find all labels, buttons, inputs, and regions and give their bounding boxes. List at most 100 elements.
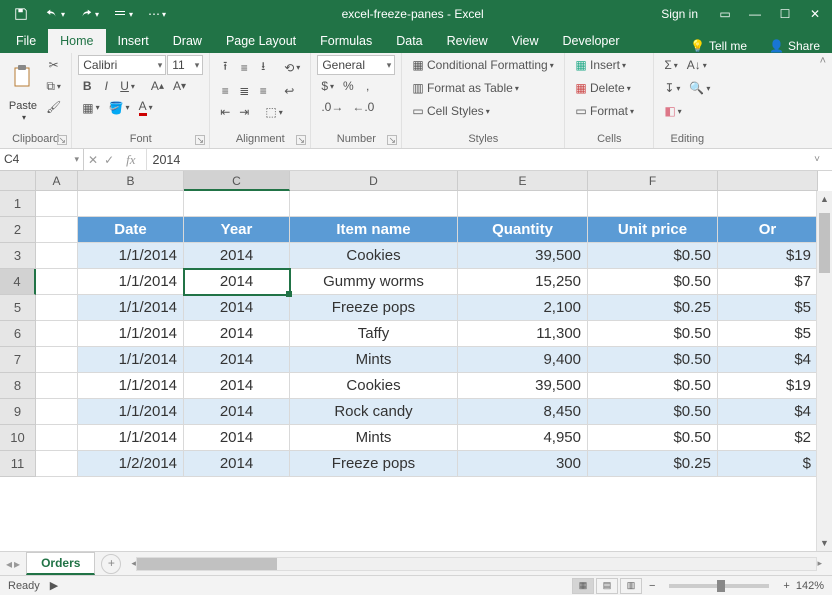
- column-header-blank[interactable]: [718, 171, 818, 191]
- row-header-3[interactable]: 3: [0, 243, 36, 269]
- zoom-out-icon[interactable]: −: [649, 580, 655, 592]
- column-header-E[interactable]: E: [458, 171, 588, 191]
- select-all[interactable]: [0, 171, 36, 191]
- table-header[interactable]: Unit price: [588, 217, 718, 243]
- table-cell[interactable]: $0.50: [588, 347, 718, 373]
- table-cell[interactable]: $: [718, 451, 818, 477]
- table-cell[interactable]: Mints: [290, 347, 458, 373]
- macro-record-icon[interactable]: ▶: [50, 579, 58, 592]
- shrink-font-button[interactable]: A▾: [169, 76, 190, 96]
- tab-formulas[interactable]: Formulas: [308, 29, 384, 53]
- tab-data[interactable]: Data: [384, 29, 434, 53]
- cell[interactable]: [184, 191, 290, 217]
- decrease-indent-button[interactable]: ⇤: [216, 102, 234, 122]
- table-cell[interactable]: $4: [718, 399, 818, 425]
- horizontal-scrollbar[interactable]: ◂ ▸: [131, 557, 822, 571]
- align-bottom-button[interactable]: ⭳: [254, 55, 272, 80]
- cell[interactable]: [36, 347, 78, 373]
- table-cell[interactable]: $0.50: [588, 269, 718, 295]
- autosum-button[interactable]: Σ▾: [660, 55, 681, 75]
- scroll-thumb[interactable]: [819, 213, 830, 273]
- table-cell[interactable]: Cookies: [290, 243, 458, 269]
- table-cell[interactable]: 1/1/2014: [78, 425, 184, 451]
- enter-formula-icon[interactable]: ✓: [104, 153, 114, 167]
- table-cell[interactable]: $7: [718, 269, 818, 295]
- cell-styles-button[interactable]: ▭ Cell Styles▾: [408, 101, 558, 121]
- percent-button[interactable]: %: [339, 76, 358, 96]
- table-cell[interactable]: 9,400: [458, 347, 588, 373]
- undo-icon[interactable]: ▾: [42, 1, 68, 27]
- tab-developer[interactable]: Developer: [551, 29, 632, 53]
- table-cell[interactable]: $19: [718, 243, 818, 269]
- tab-view[interactable]: View: [500, 29, 551, 53]
- table-cell[interactable]: $0.50: [588, 243, 718, 269]
- table-cell[interactable]: 2014: [184, 321, 290, 347]
- table-cell[interactable]: 1/1/2014: [78, 269, 184, 295]
- table-cell[interactable]: 2014: [184, 269, 290, 295]
- currency-button[interactable]: $▾: [317, 76, 338, 96]
- table-header[interactable]: Date: [78, 217, 184, 243]
- insert-function-icon[interactable]: fx: [120, 152, 141, 168]
- table-cell[interactable]: $19: [718, 373, 818, 399]
- scroll-down-icon[interactable]: ▼: [817, 535, 832, 551]
- cell[interactable]: [458, 191, 588, 217]
- paste-dropdown-icon[interactable]: ▾: [22, 113, 26, 122]
- table-cell[interactable]: 2014: [184, 451, 290, 477]
- worksheet[interactable]: ABCDEF12DateYearItem nameQuantityUnit pr…: [0, 171, 832, 551]
- minimize-icon[interactable]: —: [742, 1, 768, 27]
- cell[interactable]: [36, 321, 78, 347]
- table-cell[interactable]: $4: [718, 347, 818, 373]
- table-header[interactable]: Year: [184, 217, 290, 243]
- sheet-tab-orders[interactable]: Orders: [26, 552, 95, 575]
- conditional-formatting-button[interactable]: ▦ Conditional Formatting▾: [408, 55, 558, 75]
- delete-cells-button[interactable]: ▦ Delete▾: [571, 78, 647, 98]
- table-cell[interactable]: $5: [718, 295, 818, 321]
- cell[interactable]: [36, 451, 78, 477]
- cell[interactable]: [36, 269, 78, 295]
- merge-button[interactable]: ⬚▾: [261, 102, 286, 122]
- clear-button[interactable]: ◧▾: [660, 101, 685, 121]
- font-dialog-launcher[interactable]: ↘: [195, 135, 205, 145]
- clipboard-dialog-launcher[interactable]: ↘: [57, 135, 67, 145]
- cell[interactable]: [290, 191, 458, 217]
- decrease-decimal-button[interactable]: ←.0: [348, 97, 378, 117]
- underline-button[interactable]: U▾: [116, 76, 139, 96]
- format-painter-button[interactable]: 🖌: [42, 97, 65, 117]
- table-cell[interactable]: 2014: [184, 243, 290, 269]
- row-header-9[interactable]: 9: [0, 399, 36, 425]
- table-cell[interactable]: 8,450: [458, 399, 588, 425]
- table-cell[interactable]: 1/1/2014: [78, 347, 184, 373]
- grow-font-button[interactable]: A▴: [147, 76, 168, 96]
- view-normal-icon[interactable]: ▦: [572, 578, 594, 594]
- comma-button[interactable]: ,: [359, 76, 377, 96]
- formula-input[interactable]: 2014˅: [147, 153, 832, 167]
- table-cell[interactable]: 2014: [184, 425, 290, 451]
- table-header[interactable]: Or: [718, 217, 818, 243]
- ribbon-options-icon[interactable]: ▭: [712, 1, 738, 27]
- orientation-button[interactable]: ⟲▾: [280, 55, 304, 80]
- find-button[interactable]: 🔍▾: [685, 78, 714, 98]
- table-cell[interactable]: $0.25: [588, 451, 718, 477]
- paste-button[interactable]: [6, 55, 40, 99]
- row-header-8[interactable]: 8: [0, 373, 36, 399]
- row-header-2[interactable]: 2: [0, 217, 36, 243]
- row-header-1[interactable]: 1: [0, 191, 36, 217]
- tab-home[interactable]: Home: [48, 29, 105, 53]
- wrap-text-button[interactable]: ↩: [280, 81, 298, 101]
- increase-decimal-button[interactable]: .0→: [317, 97, 347, 117]
- tab-draw[interactable]: Draw: [161, 29, 214, 53]
- hscroll-thumb[interactable]: [137, 558, 277, 570]
- cell[interactable]: [36, 399, 78, 425]
- table-cell[interactable]: Freeze pops: [290, 451, 458, 477]
- view-page-break-icon[interactable]: ▥: [620, 578, 642, 594]
- cell[interactable]: [718, 191, 818, 217]
- increase-indent-button[interactable]: ⇥: [235, 102, 253, 122]
- align-top-button[interactable]: ⭱: [216, 55, 234, 80]
- row-header-7[interactable]: 7: [0, 347, 36, 373]
- table-cell[interactable]: Mints: [290, 425, 458, 451]
- number-format-combo[interactable]: General: [317, 55, 395, 75]
- table-cell[interactable]: 1/1/2014: [78, 321, 184, 347]
- table-cell[interactable]: Freeze pops: [290, 295, 458, 321]
- name-box[interactable]: C4▾: [0, 149, 84, 171]
- row-header-5[interactable]: 5: [0, 295, 36, 321]
